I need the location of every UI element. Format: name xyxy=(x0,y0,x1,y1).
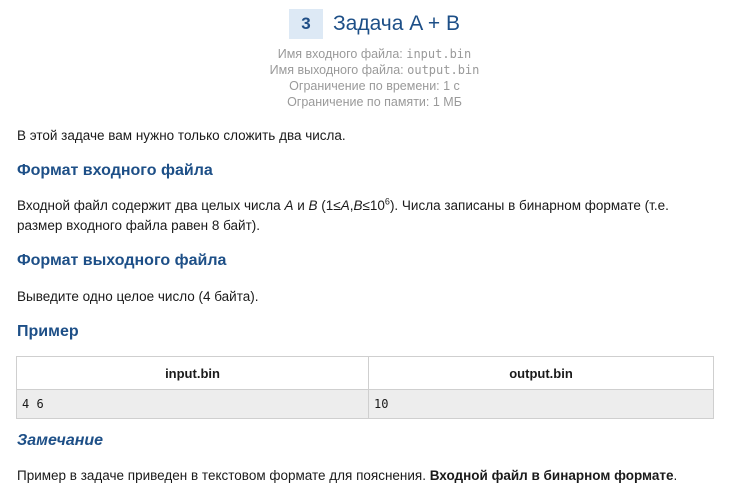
cond-le: ≤10 xyxy=(362,198,385,213)
note-plain: Пример в задаче приведен в текстовом фор… xyxy=(17,468,430,483)
example-heading: Пример xyxy=(17,323,79,340)
output-format-text: Выведите одно целое число (4 байта). xyxy=(17,289,259,304)
input-text-end: ). Числа записаны в бинарном формате (т.… xyxy=(389,198,669,213)
input-file-label: Имя входного файла: xyxy=(277,47,407,61)
output-file-line: Имя выходного файла: output.bin xyxy=(0,62,749,78)
example-table: input.bin output.bin 4 6 10 xyxy=(16,356,714,419)
input-format-text-line2: размер входного файла равен 8 байт). xyxy=(17,218,261,233)
input-format-text-line1: Входной файл содержит два целых числа A … xyxy=(17,196,669,216)
output-file-name: output.bin xyxy=(407,63,480,77)
problem-title: Задача A + B xyxy=(332,12,461,35)
time-limit: Ограничение по времени: 1 с xyxy=(289,79,460,93)
example-output-cell: 10 xyxy=(368,389,714,419)
problem-header: 3 Задача A + B xyxy=(0,9,749,39)
example-header-row: input.bin output.bin xyxy=(16,356,714,390)
cond-var-a: A xyxy=(340,198,350,213)
input-file-line: Имя входного файла: input.bin xyxy=(0,46,749,62)
problem-limits: Имя входного файла: input.bin Имя выходн… xyxy=(0,46,749,110)
problem-number-badge: 3 xyxy=(288,9,323,39)
table-row: 4 6 10 xyxy=(16,389,714,419)
note-heading: Замечание xyxy=(17,432,104,449)
example-col-output: output.bin xyxy=(368,356,714,390)
example-input-cell: 4 6 xyxy=(16,389,369,419)
input-text-and: и xyxy=(293,198,309,213)
output-file-label: Имя выходного файла: xyxy=(269,63,408,77)
note-end: . xyxy=(673,468,678,483)
cond-open: (1≤ xyxy=(317,198,341,213)
var-b: B xyxy=(308,198,318,213)
output-format-heading: Формат выходного файла xyxy=(17,252,227,269)
example-col-input: input.bin xyxy=(16,356,369,390)
note-bold: Входной файл в бинарном формате xyxy=(429,468,674,483)
problem-statement: В этой задаче вам нужно только сложить д… xyxy=(17,128,346,143)
input-text-start: Входной файл содержит два целых числа xyxy=(17,198,285,213)
input-file-name: input.bin xyxy=(406,47,472,61)
input-format-heading: Формат входного файла xyxy=(17,162,213,179)
memory-limit: Ограничение по памяти: 1 МБ xyxy=(287,95,462,109)
note-text: Пример в задаче приведен в текстовом фор… xyxy=(17,466,677,486)
